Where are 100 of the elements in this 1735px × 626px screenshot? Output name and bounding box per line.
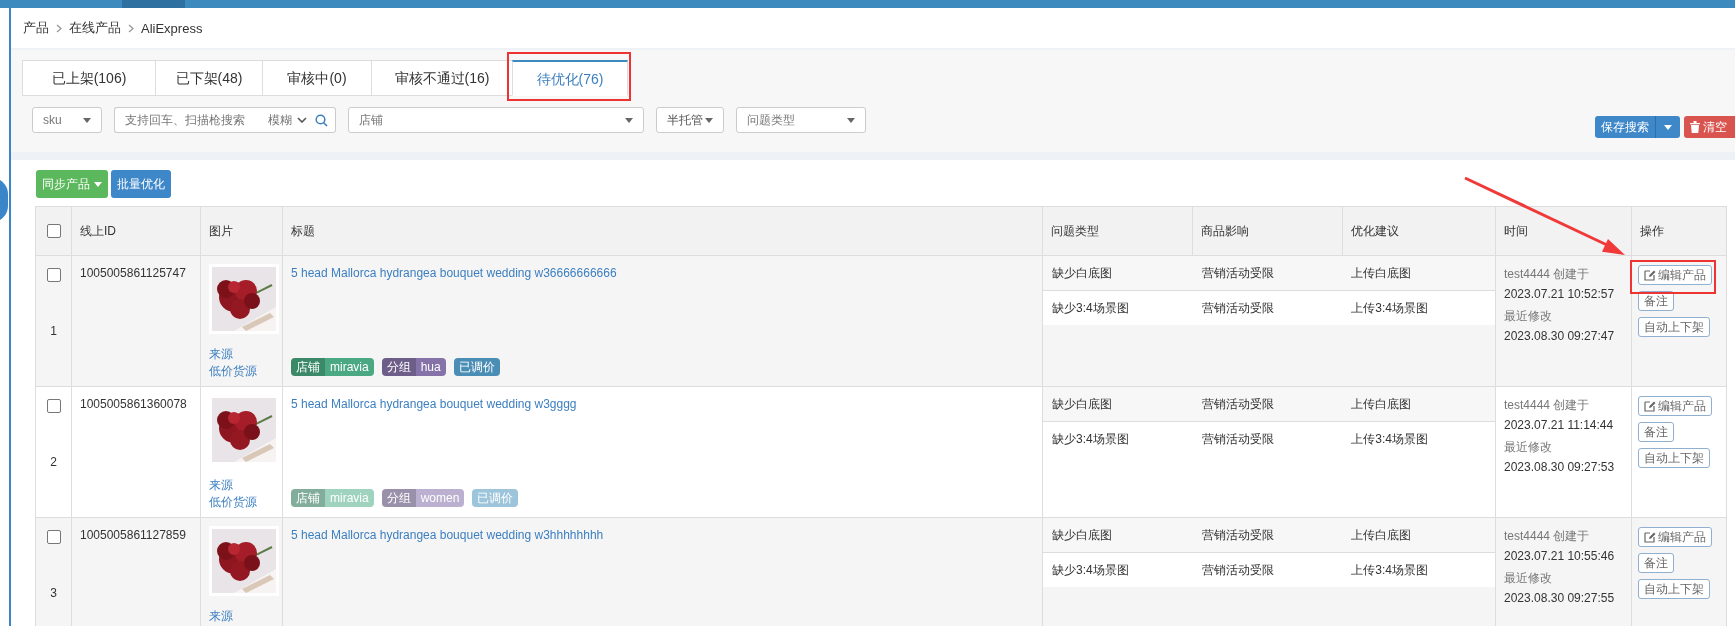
action-button[interactable]: 自动上下架 [1638,317,1710,337]
created-time: 2023.07.21 11:14:44 [1504,417,1615,434]
edit-icon [1644,269,1656,281]
caret-icon [1664,124,1672,130]
action-button[interactable]: 备注 [1638,291,1674,311]
edit-product-button[interactable]: 编辑产品 [1638,396,1712,416]
tag-label: 分组 hua [381,358,446,376]
modified-time: 2023.08.30 09:27:47 [1504,328,1616,345]
row-number: 1 [50,324,57,338]
checkbox[interactable] [46,399,61,413]
edit-product-button[interactable]: 编辑产品 [1638,527,1712,547]
column-header: 操作 [1640,223,1664,238]
checkbox[interactable] [46,530,61,544]
column-header: 优化建议 [1351,223,1399,238]
source-link[interactable]: 来源 [209,346,274,363]
checkbox[interactable] [46,268,61,282]
tag-label: 已调价 [453,358,500,376]
action-button[interactable]: 自动上下架 [1638,579,1710,599]
row-number: 2 [50,455,57,469]
product-id: 1005005861125747 [80,266,186,280]
column-header: 图片 [209,223,233,238]
product-id: 1005005861360078 [80,397,187,411]
product-impact: 营销活动受限 [1200,395,1275,413]
tag-label: 店铺 miravia [291,489,374,507]
clear-button[interactable]: 清空 [1684,116,1735,138]
tab[interactable]: 已下架(48) [155,60,262,96]
mode-select[interactable]: 半托管 [656,107,724,133]
modified-label: 最近修改 [1504,439,1553,456]
created-time: 2023.07.21 10:55:46 [1504,548,1616,565]
modified-label: 最近修改 [1504,570,1553,587]
product-title-link[interactable]: 5 head Mallorca hydrangea bouquet wedding w36666666666 [291,266,617,280]
modified-time: 2023.08.30 09:27:55 [1504,590,1616,607]
tab[interactable]: 审核中(0) [262,60,371,96]
suggestion: 上传白底图 [1350,526,1413,544]
search-field[interactable]: 支持回车、扫描枪搜索 [114,107,264,133]
action-button[interactable]: 备注 [1638,553,1674,573]
suggestion: 上传3:4场景图 [1350,299,1430,317]
field-select[interactable]: sku [32,107,102,133]
product-title-link[interactable]: 5 head Mallorca hydrangea bouquet wedding w3gggg [291,397,577,411]
issue-type-select[interactable]: 问题类型 [736,107,866,133]
product-impact: 营销活动受限 [1200,561,1275,579]
checkbox[interactable] [46,224,61,239]
created-by: test4444 创建于 [1504,528,1591,545]
tab[interactable]: 审核不通过(16) [371,60,512,96]
source-link[interactable]: 来源 [209,608,274,625]
tab[interactable]: 待优化(76) [512,60,628,96]
source-link[interactable]: 来源 [209,477,274,494]
column-header: 商品影响 [1201,223,1249,238]
product-title-link[interactable]: 5 head Mallorca hydrangea bouquet wedding w3hhhhhhhh [291,528,604,542]
tab[interactable]: 已上架(106) [22,60,155,96]
issue-type: 缺少3:4场景图 [1051,299,1130,317]
action-button[interactable]: 自动上下架 [1638,448,1710,468]
column-header: 线上ID [80,223,116,238]
edit-product-button[interactable]: 编辑产品 [1638,265,1712,285]
caret-icon [94,181,102,187]
product-impact: 营销活动受限 [1200,264,1275,282]
issue-type: 缺少白底图 [1051,395,1113,413]
product-impact: 营销活动受限 [1200,299,1275,317]
breadcrumb-item[interactable]: 在线产品 [69,19,121,37]
modified-label: 最近修改 [1504,308,1553,325]
batch-optimize-button[interactable]: 批量优化 [111,170,171,198]
suggestion: 上传白底图 [1350,395,1413,413]
chevron-down-icon [297,117,307,123]
source-link[interactable]: 低价货源 [209,363,274,380]
edit-icon [1644,531,1656,543]
suggestion: 上传3:4场景图 [1350,561,1430,579]
issue-type: 缺少3:4场景图 [1051,561,1130,579]
suggestion: 上传白底图 [1350,264,1413,282]
save-search-button[interactable]: 保存搜索 [1595,116,1655,138]
modified-time: 2023.08.30 09:27:53 [1504,459,1616,476]
column-header: 问题类型 [1051,223,1099,238]
search-button[interactable] [311,107,336,133]
trash-icon [1690,121,1700,133]
product-id: 1005005861127859 [80,528,186,542]
breadcrumb-item[interactable]: AliExpress [141,20,203,36]
edit-icon [1644,400,1656,412]
chevron-right-icon [128,23,134,33]
created-time: 2023.07.21 10:52:57 [1504,286,1616,303]
tag-label: 店铺 miravia [291,358,374,376]
caret-icon [847,117,855,123]
search-icon [315,113,328,127]
caret-icon [83,117,91,123]
suggestion: 上传3:4场景图 [1350,430,1430,448]
tag-label: 已调价 [472,489,519,507]
caret-icon [705,117,713,123]
dropdown-toggle[interactable] [1655,116,1680,138]
issue-type: 缺少3:4场景图 [1051,430,1130,448]
product-impact: 营销活动受限 [1200,526,1275,544]
action-button[interactable]: 备注 [1638,422,1674,442]
breadcrumb-item[interactable]: 产品 [23,19,49,37]
match-select[interactable]: 模糊 [264,107,311,133]
issue-type: 缺少白底图 [1051,526,1113,544]
source-link[interactable]: 低价货源 [209,494,274,511]
row-number: 3 [50,586,57,600]
tag-label: 分组 women [381,489,465,507]
issue-type: 缺少白底图 [1051,264,1113,282]
column-header: 时间 [1504,223,1528,238]
nav-indicator [122,0,185,8]
shop-select[interactable]: 店铺 [348,107,644,133]
caret-icon [625,117,633,123]
